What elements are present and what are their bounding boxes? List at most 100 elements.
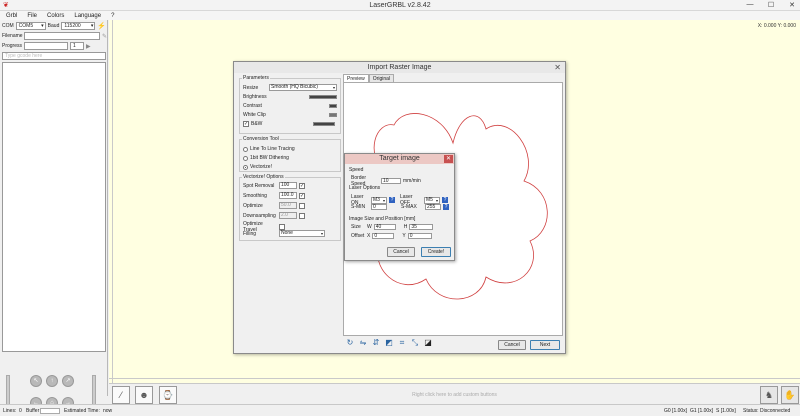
smoothing-input[interactable]: 100.0 bbox=[279, 192, 297, 199]
smoothing-checkbox[interactable]: ✓ bbox=[299, 192, 305, 199]
downsampling-label: Downsampling bbox=[243, 212, 276, 219]
minimize-button[interactable]: — bbox=[744, 1, 756, 9]
resize-select[interactable]: Smooth (HQ Bicubic) bbox=[269, 84, 337, 91]
spot-removal-label: Spot Removal bbox=[243, 182, 275, 189]
status-label: Status: bbox=[743, 408, 759, 414]
open-file-icon[interactable]: ✎ bbox=[102, 33, 107, 40]
filename-field[interactable] bbox=[24, 32, 100, 40]
contrast-label: Contrast bbox=[243, 103, 262, 109]
custom-buttons-bar[interactable]: ⁄ ☻ ⌚ Right click here to add custom but… bbox=[109, 383, 800, 404]
laser-section-title: Laser Options bbox=[349, 185, 381, 191]
preview-toolbar: ↻ ⇋ ⇵ ◩ ⌗ ⤡ ◪ bbox=[345, 338, 433, 348]
dialog-next-button[interactable]: Next bbox=[530, 340, 560, 350]
gcode-input[interactable]: Type gcode here bbox=[2, 52, 106, 60]
buffer-bar bbox=[40, 408, 60, 414]
laser-on-select[interactable]: M3 bbox=[371, 196, 387, 204]
maximize-button[interactable]: ☐ bbox=[765, 1, 777, 9]
x-axis-line bbox=[109, 378, 800, 379]
border-speed-input[interactable]: 10 bbox=[381, 178, 401, 184]
crop-icon[interactable]: ⌗ bbox=[397, 338, 407, 348]
bw-threshold-slider[interactable] bbox=[313, 122, 335, 126]
smax-label: S-MAX bbox=[401, 204, 417, 210]
bw-checkbox[interactable]: ✓ bbox=[243, 121, 249, 127]
s-override[interactable]: S [1.00x] bbox=[716, 408, 736, 414]
optimize-input[interactable]: 50.0 bbox=[279, 202, 297, 209]
spot-removal-input[interactable]: 100 bbox=[279, 182, 297, 189]
laser-off-help-icon[interactable]: ? bbox=[442, 197, 448, 203]
title-bar: ❦ LaserGRBL v2.8.42 — ☐ ✕ bbox=[0, 0, 800, 11]
progress-label: Progress bbox=[2, 43, 23, 49]
target-create-button[interactable]: Create! bbox=[421, 247, 451, 257]
filling-label: Filling bbox=[243, 230, 257, 237]
vectorize-radio[interactable] bbox=[243, 164, 248, 170]
brightness-slider[interactable] bbox=[309, 95, 337, 99]
width-input[interactable]: 40 bbox=[373, 224, 396, 230]
dialog-title: Import Raster Image bbox=[234, 62, 565, 73]
laser-on-help-icon[interactable]: ? bbox=[389, 197, 395, 203]
jog-n-icon[interactable]: ↑ bbox=[46, 375, 58, 387]
contrast-slider[interactable] bbox=[329, 104, 337, 108]
run-icon[interactable]: ▶ bbox=[86, 43, 91, 50]
spot-removal-checkbox[interactable]: ✓ bbox=[299, 182, 305, 189]
smoothing-label: Smoothing bbox=[243, 192, 267, 199]
downsampling-input[interactable]: 2.0 bbox=[279, 212, 297, 219]
speed-section-title: Speed bbox=[349, 167, 364, 173]
buffer-label: Buffer bbox=[26, 408, 40, 414]
autotrim-icon[interactable]: ⤡ bbox=[410, 338, 420, 348]
cursor-coordinates: X: 0.000 Y: 0.000 bbox=[757, 23, 796, 29]
close-button[interactable]: ✕ bbox=[786, 1, 798, 9]
com-select[interactable]: COM5 bbox=[15, 22, 46, 30]
menu-help[interactable]: ? bbox=[111, 13, 114, 19]
laser-off-select[interactable]: M5 bbox=[424, 196, 440, 204]
line-tracing-label: Line To Line Tracing bbox=[250, 146, 295, 152]
window-title: LaserGRBL v2.8.42 bbox=[369, 2, 431, 9]
invert-icon[interactable]: ◪ bbox=[423, 338, 433, 348]
g1-override[interactable]: G1 [1.00x] bbox=[690, 408, 713, 414]
smin-input[interactable]: 0 bbox=[371, 204, 387, 210]
whiteclip-slider[interactable] bbox=[329, 113, 337, 117]
y-axis-line bbox=[112, 20, 113, 383]
baud-select[interactable]: 115200 bbox=[61, 22, 96, 30]
menu-language[interactable]: Language bbox=[74, 13, 101, 19]
menu-grbl[interactable]: Grbl bbox=[6, 13, 17, 19]
command-log[interactable] bbox=[2, 62, 106, 352]
width-label: W bbox=[367, 224, 372, 230]
optimize-label: Optimize bbox=[243, 202, 263, 209]
size-label: Size bbox=[351, 224, 361, 230]
offset-x-label: X bbox=[367, 233, 371, 239]
offset-x-input[interactable]: 0 bbox=[372, 233, 395, 239]
rotate-icon[interactable]: ↻ bbox=[345, 338, 355, 348]
stop-button[interactable]: ✋ bbox=[781, 386, 799, 404]
progress-count[interactable]: 1 bbox=[70, 42, 84, 50]
smax-input[interactable]: 255 bbox=[425, 204, 441, 210]
menu-colors[interactable]: Colors bbox=[47, 13, 64, 19]
mirror-icon[interactable]: ◩ bbox=[384, 338, 394, 348]
height-label: H bbox=[403, 224, 408, 230]
dialog-close-button[interactable]: ✕ bbox=[554, 63, 561, 72]
jog-nw-icon[interactable]: ↖ bbox=[30, 375, 42, 387]
target-cancel-button[interactable]: Cancel bbox=[387, 247, 415, 257]
height-input[interactable]: 35 bbox=[409, 224, 434, 230]
dithering-radio[interactable] bbox=[243, 155, 248, 161]
downsampling-checkbox[interactable] bbox=[299, 212, 305, 219]
smax-help-icon[interactable]: ? bbox=[443, 204, 449, 210]
flip-vertical-icon[interactable]: ⇵ bbox=[371, 338, 381, 348]
dithering-label: 1bit BW Dithering bbox=[250, 155, 289, 161]
flip-horizontal-icon[interactable]: ⇋ bbox=[358, 338, 368, 348]
dialog-cancel-button[interactable]: Cancel bbox=[498, 340, 526, 350]
lines-label: Lines: bbox=[3, 408, 17, 414]
progress-bar bbox=[24, 42, 68, 50]
filling-select[interactable]: None bbox=[279, 230, 325, 237]
line-tracing-radio[interactable] bbox=[243, 146, 248, 152]
unlock-button[interactable]: ♞ bbox=[760, 386, 778, 404]
g0-override[interactable]: G0 [1.00x] bbox=[664, 408, 687, 414]
connect-icon[interactable]: ⚡ bbox=[97, 22, 106, 30]
filename-label: Filename bbox=[2, 33, 23, 39]
target-close-button[interactable]: ✕ bbox=[444, 155, 453, 163]
speed-unit: mm/min bbox=[403, 178, 421, 184]
offset-y-input[interactable]: 0 bbox=[407, 233, 432, 239]
optimize-checkbox[interactable] bbox=[299, 202, 305, 209]
menu-file[interactable]: File bbox=[27, 13, 37, 19]
jog-ne-icon[interactable]: ↗ bbox=[62, 375, 74, 387]
brightness-label: Brightness bbox=[243, 94, 267, 100]
